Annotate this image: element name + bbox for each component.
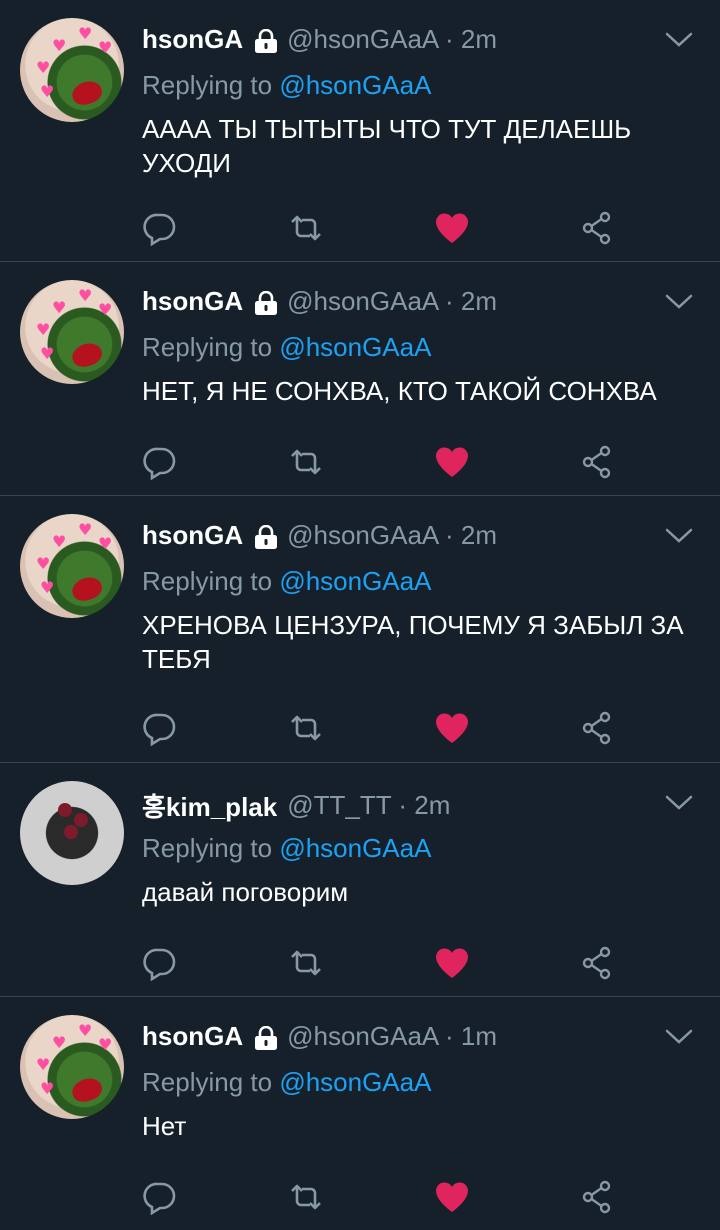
tweet[interactable]: ♥ ♥ ♥ ♥ ♥ hsonGA @hsonGAaA · 2m Replying… (0, 0, 720, 262)
chevron-down-icon[interactable] (664, 292, 694, 312)
replying-to: Replying to @hsonGAaA (142, 70, 431, 101)
retweet-icon[interactable] (288, 1179, 324, 1215)
share-icon[interactable] (580, 945, 616, 981)
action-bar (142, 1179, 622, 1219)
reply-icon[interactable] (142, 210, 178, 246)
reply-icon[interactable] (142, 1179, 178, 1215)
action-bar (142, 444, 622, 484)
retweet-icon[interactable] (288, 710, 324, 746)
heart-icon[interactable] (434, 710, 470, 746)
share-icon[interactable] (580, 210, 616, 246)
lock-icon (253, 290, 279, 315)
handle-and-time: @TT_TT · 2m (287, 790, 451, 820)
lock-icon (253, 1025, 279, 1050)
tweet-header: hsonGA @hsonGAaA · 2m (142, 286, 497, 317)
tweet-header: hsonGA @hsonGAaA · 2m (142, 24, 497, 55)
action-bar (142, 945, 622, 985)
share-icon[interactable] (580, 1179, 616, 1215)
handle-and-time: @hsonGAaA · 2m (287, 520, 498, 550)
tweet[interactable]: 홍kim_plak @TT_TT · 2m Replying to @hsonG… (0, 763, 720, 997)
heart-icon[interactable] (434, 1179, 470, 1215)
replying-prefix: Replying to (142, 70, 273, 100)
replying-to: Replying to @hsonGAaA (142, 566, 431, 597)
share-icon[interactable] (580, 710, 616, 746)
tweet[interactable]: ♥ ♥ ♥ ♥ ♥ hsonGA @hsonGAaA · 1m Replying… (0, 997, 720, 1230)
tweet-header: hsonGA @hsonGAaA · 2m (142, 520, 497, 551)
reply-icon[interactable] (142, 444, 178, 480)
reply-icon[interactable] (142, 710, 178, 746)
display-name[interactable]: 홍kim_plak (142, 787, 277, 824)
avatar[interactable]: ♥ ♥ ♥ ♥ ♥ (20, 280, 124, 384)
replying-prefix: Replying to (142, 566, 273, 596)
display-name[interactable]: hsonGA (142, 24, 243, 55)
heart-icon[interactable] (434, 945, 470, 981)
replying-to-link[interactable]: @hsonGAaA (279, 332, 431, 362)
avatar[interactable]: ♥ ♥ ♥ ♥ ♥ (20, 1015, 124, 1119)
tweet-text: НЕТ, Я НЕ СОНХВА, КТО ТАКОЙ СОНХВА (142, 376, 657, 406)
retweet-icon[interactable] (288, 945, 324, 981)
tweet-header: hsonGA @hsonGAaA · 1m (142, 1021, 497, 1052)
display-name[interactable]: hsonGA (142, 286, 243, 317)
action-bar (142, 710, 622, 750)
replying-prefix: Replying to (142, 833, 273, 863)
replying-prefix: Replying to (142, 332, 273, 362)
replying-to-link[interactable]: @hsonGAaA (279, 566, 431, 596)
chevron-down-icon[interactable] (664, 793, 694, 813)
reply-timeline: ♥ ♥ ♥ ♥ ♥ hsonGA @hsonGAaA · 2m Replying… (0, 0, 720, 1230)
heart-icon[interactable] (434, 210, 470, 246)
avatar[interactable]: ♥ ♥ ♥ ♥ ♥ (20, 18, 124, 122)
chevron-down-icon[interactable] (664, 1027, 694, 1047)
tweet-text: давай поговорим (142, 877, 349, 907)
tweet-text: АААА ТЫ ТЫТЫТЫ ЧТО ТУТ ДЕЛАЕШЬ УХОДИ (142, 114, 632, 178)
tweet[interactable]: ♥ ♥ ♥ ♥ ♥ hsonGA @hsonGAaA · 2m Replying… (0, 262, 720, 496)
replying-prefix: Replying to (142, 1067, 273, 1097)
retweet-icon[interactable] (288, 210, 324, 246)
replying-to-link[interactable]: @hsonGAaA (279, 1067, 431, 1097)
tweet-header: 홍kim_plak @TT_TT · 2m (142, 787, 450, 824)
handle-and-time: @hsonGAaA · 2m (287, 286, 498, 316)
replying-to: Replying to @hsonGAaA (142, 1067, 431, 1098)
handle-and-time: @hsonGAaA · 2m (287, 24, 498, 54)
lock-icon (253, 28, 279, 53)
avatar[interactable] (20, 781, 124, 885)
chevron-down-icon[interactable] (664, 30, 694, 50)
share-icon[interactable] (580, 444, 616, 480)
replying-to: Replying to @hsonGAaA (142, 332, 431, 363)
chevron-down-icon[interactable] (664, 526, 694, 546)
tweet-text: ХРЕНОВА ЦЕНЗУРА, ПОЧЕМУ Я ЗАБЫЛ ЗА ТЕБЯ (142, 610, 684, 674)
lock-icon (253, 524, 279, 549)
retweet-icon[interactable] (288, 444, 324, 480)
reply-icon[interactable] (142, 945, 178, 981)
tweet[interactable]: ♥ ♥ ♥ ♥ ♥ hsonGA @hsonGAaA · 2m Replying… (0, 496, 720, 763)
heart-icon[interactable] (434, 444, 470, 480)
display-name[interactable]: hsonGA (142, 520, 243, 551)
tweet-text: Нет (142, 1111, 187, 1141)
replying-to-link[interactable]: @hsonGAaA (279, 833, 431, 863)
display-name[interactable]: hsonGA (142, 1021, 243, 1052)
replying-to-link[interactable]: @hsonGAaA (279, 70, 431, 100)
replying-to: Replying to @hsonGAaA (142, 833, 431, 864)
handle-and-time: @hsonGAaA · 1m (287, 1021, 498, 1051)
action-bar (142, 210, 622, 250)
avatar[interactable]: ♥ ♥ ♥ ♥ ♥ (20, 514, 124, 618)
